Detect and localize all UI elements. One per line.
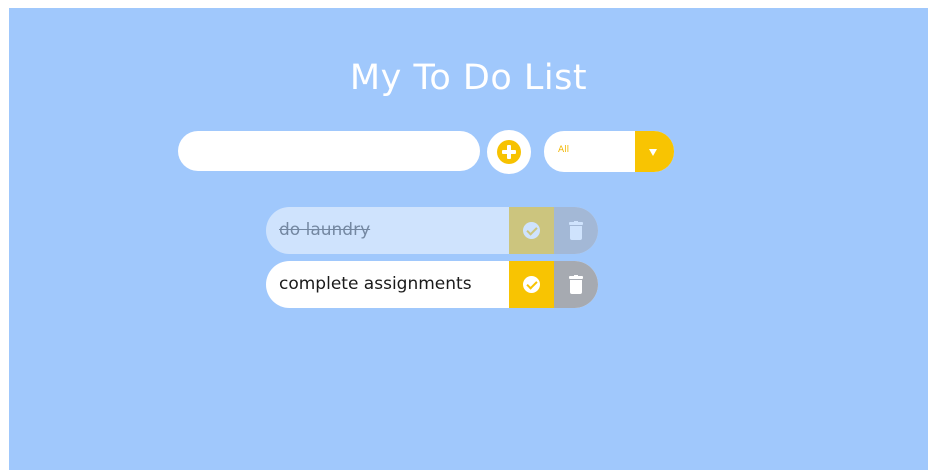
check-icon (523, 222, 540, 239)
check-icon (523, 276, 540, 293)
app-container: My To Do List All do laundry complete as… (9, 8, 928, 470)
todo-input[interactable] (178, 131, 480, 171)
complete-button[interactable] (509, 207, 554, 254)
delete-button[interactable] (554, 207, 598, 254)
trash-icon (569, 221, 583, 240)
add-todo-button[interactable] (487, 130, 531, 174)
todo-text: complete assignments (279, 274, 472, 294)
filter-select[interactable]: All (544, 131, 674, 172)
page-title: My To Do List (349, 58, 588, 99)
complete-button[interactable] (509, 261, 554, 308)
filter-dropdown-toggle[interactable] (635, 131, 674, 172)
todo-text: do laundry (279, 220, 371, 240)
plus-circle-icon (497, 140, 521, 164)
delete-button[interactable] (554, 261, 598, 308)
todo-item: do laundry (266, 207, 598, 254)
filter-selected-value: All (558, 145, 570, 155)
todo-item: complete assignments (266, 261, 598, 308)
todo-list: do laundry complete assignments (266, 207, 598, 315)
trash-icon (569, 275, 583, 294)
caret-down-icon (649, 149, 657, 156)
